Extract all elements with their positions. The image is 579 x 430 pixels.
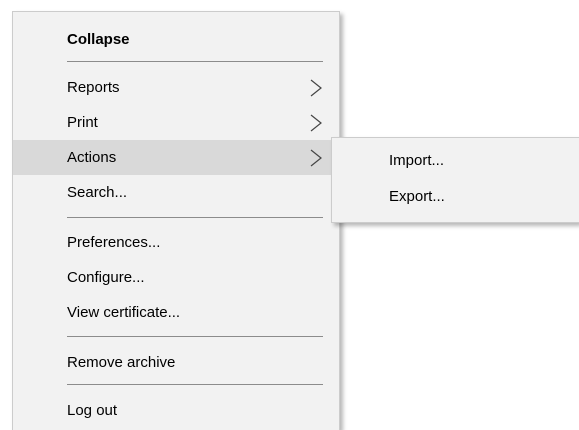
menu-item-log-out[interactable]: Log out xyxy=(13,393,339,428)
menu-item-label: Configure... xyxy=(67,269,145,286)
menu-item-label: Preferences... xyxy=(67,234,161,251)
menu-item-actions[interactable]: Actions xyxy=(13,140,339,175)
menu-item-label: Print xyxy=(67,114,98,131)
chevron-right-icon xyxy=(310,149,322,167)
menu-separator xyxy=(67,61,323,62)
actions-submenu: Import... Export... xyxy=(331,137,579,223)
menu-separator xyxy=(67,336,323,337)
submenu-item-label: Export... xyxy=(389,188,445,205)
menu-item-label: Search... xyxy=(67,184,128,201)
menu-item-reports[interactable]: Reports xyxy=(13,70,339,105)
menu-separator xyxy=(67,384,323,385)
menu-item-label: Actions xyxy=(67,149,117,166)
menu-item-view-certificate[interactable]: View certificate... xyxy=(13,295,339,330)
submenu-item-export[interactable]: Export... xyxy=(332,182,579,212)
menu-item-collapse[interactable]: Collapse xyxy=(13,22,339,57)
submenu-item-import[interactable]: Import... xyxy=(332,146,579,176)
menu-item-print[interactable]: Print xyxy=(13,105,339,140)
menu-separator xyxy=(67,217,323,218)
menu-item-search[interactable]: Search... xyxy=(13,175,339,210)
submenu-item-label: Import... xyxy=(389,152,445,169)
menu-item-label: View certificate... xyxy=(67,304,181,321)
menu-item-label: Reports xyxy=(67,79,120,96)
menu-item-preferences[interactable]: Preferences... xyxy=(13,225,339,260)
menu-item-label: Remove archive xyxy=(67,354,176,371)
context-menu: Collapse Reports Print Actions Search...… xyxy=(12,11,340,430)
chevron-right-icon xyxy=(310,79,322,97)
menu-item-label: Log out xyxy=(67,402,118,419)
menu-item-remove-archive[interactable]: Remove archive xyxy=(13,345,339,380)
chevron-right-icon xyxy=(310,114,322,132)
menu-item-label: Collapse xyxy=(67,31,130,48)
menu-item-configure[interactable]: Configure... xyxy=(13,260,339,295)
